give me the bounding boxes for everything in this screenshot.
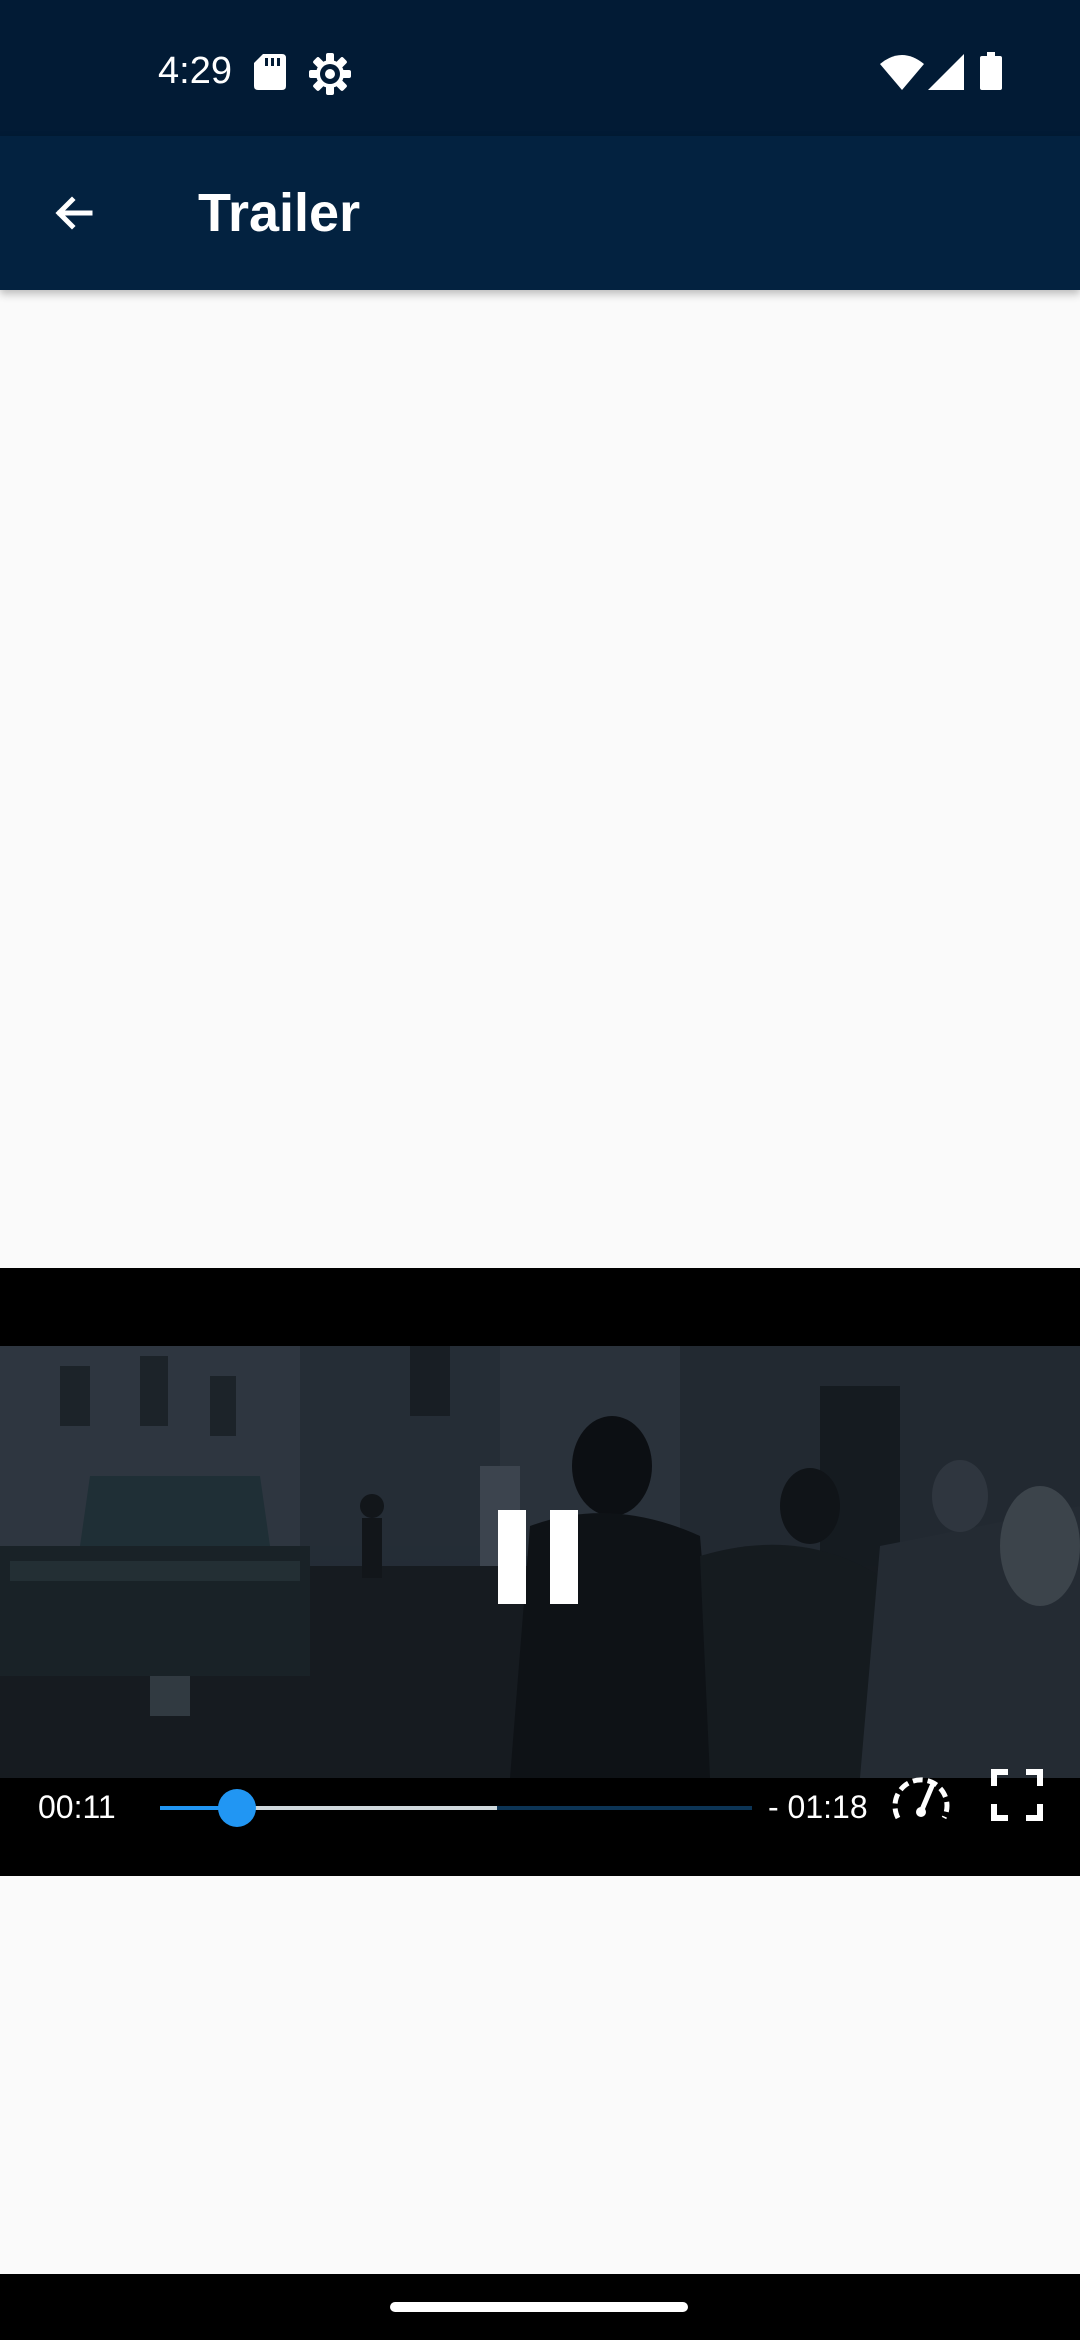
home-indicator[interactable] — [390, 2302, 688, 2312]
battery-icon — [980, 52, 1002, 90]
content-area: 00:11 - 01:18 — [0, 290, 1080, 2274]
app-bar: Trailer — [0, 136, 1080, 290]
cell-signal-icon — [928, 54, 964, 90]
remaining-time: - 01:18 — [768, 1789, 868, 1825]
arrow-left-icon — [55, 196, 93, 230]
playback-speed-button[interactable] — [890, 1768, 952, 1830]
elapsed-time: 00:11 — [38, 1789, 116, 1825]
seek-thumb[interactable] — [217, 1789, 256, 1827]
settings-gear-icon — [309, 53, 351, 95]
status-time: 4:29 — [158, 50, 232, 92]
seek-bar[interactable] — [160, 1782, 752, 1832]
video-player[interactable]: 00:11 - 01:18 — [0, 1268, 1080, 1876]
status-bar: 4:29 — [0, 0, 1080, 136]
fullscreen-button[interactable] — [986, 1764, 1048, 1826]
back-button[interactable] — [32, 171, 116, 255]
sd-card-icon — [254, 54, 286, 90]
page-title: Trailer — [198, 183, 361, 243]
fullscreen-icon — [991, 1769, 1043, 1821]
wifi-icon — [880, 55, 924, 90]
system-nav-bar — [0, 2274, 1080, 2340]
playback-speed-icon — [892, 1777, 950, 1820]
pause-button[interactable] — [490, 1496, 590, 1616]
